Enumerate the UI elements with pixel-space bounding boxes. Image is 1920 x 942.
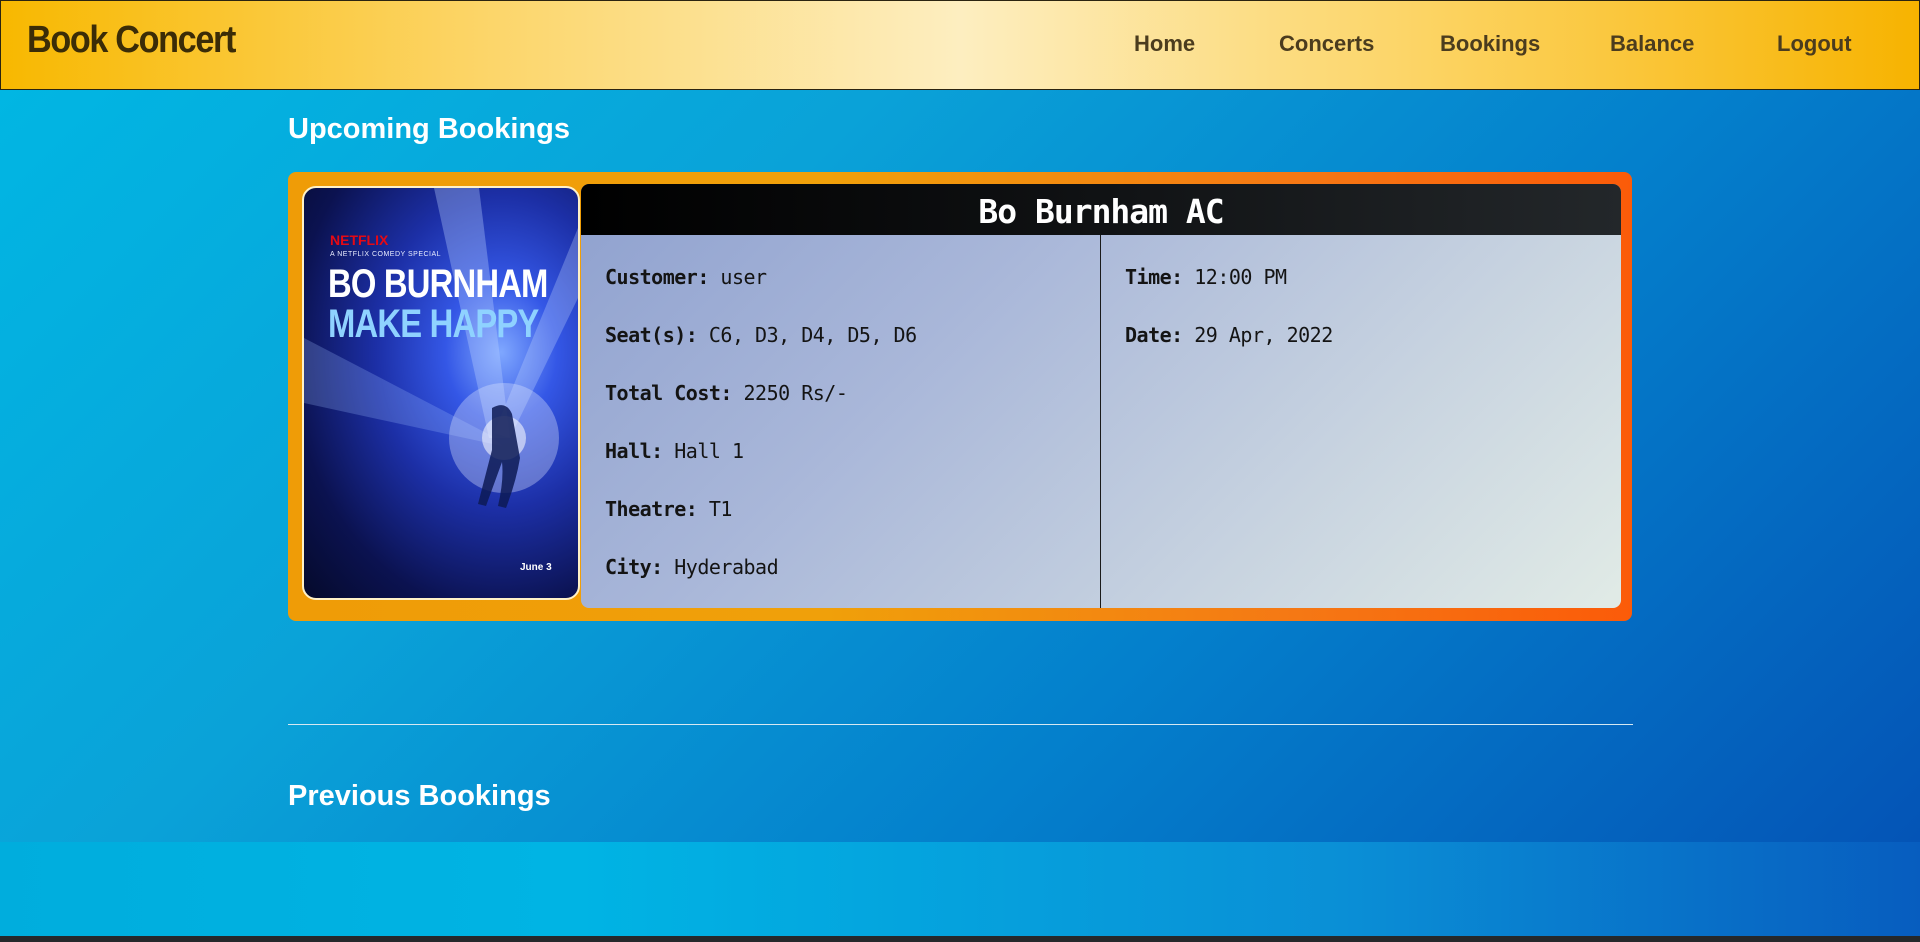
nav-home[interactable]: Home: [1134, 31, 1195, 57]
nav-concerts[interactable]: Concerts: [1279, 31, 1374, 57]
nav-bookings[interactable]: Bookings: [1440, 31, 1540, 57]
field-value: Hyderabad: [674, 555, 779, 579]
field-label: Time:: [1125, 265, 1183, 289]
page-footer-band: [0, 842, 1920, 936]
poster-title-line2: MAKE HAPPY: [328, 302, 539, 346]
field-hall: Hall: Hall 1: [605, 439, 744, 463]
poster-light-beams: [304, 188, 578, 508]
field-date: Date: 29 Apr, 2022: [1125, 323, 1333, 347]
field-total-cost: Total Cost: 2250 Rs/-: [605, 381, 848, 405]
field-value: 2250 Rs/-: [743, 381, 848, 405]
field-label: Date:: [1125, 323, 1183, 347]
field-label: Seat(s):: [605, 323, 698, 347]
section-divider: [288, 724, 1633, 725]
field-city: City: Hyderabad: [605, 555, 779, 579]
brand-logo[interactable]: Book Concert: [27, 19, 236, 62]
field-value: C6, D3, D4, D5, D6: [708, 323, 917, 347]
field-label: Customer:: [605, 265, 709, 289]
field-value: user: [720, 265, 767, 289]
field-value: T1: [708, 497, 733, 521]
booking-card: NETFLIX A NETFLIX COMEDY SPECIAL BO BURN…: [288, 172, 1632, 621]
field-value: Hall 1: [674, 439, 744, 463]
field-label: Theatre:: [605, 497, 698, 521]
nav-logout[interactable]: Logout: [1777, 31, 1852, 57]
field-seats: Seat(s): C6, D3, D4, D5, D6: [605, 323, 917, 347]
poster-subtitle-text: A NETFLIX COMEDY SPECIAL: [330, 251, 442, 258]
field-label: Hall:: [605, 439, 663, 463]
field-label: Total Cost:: [605, 381, 732, 405]
poster-brand-text: NETFLIX: [330, 232, 389, 248]
poster-title-line1: BO BURNHAM: [328, 262, 548, 306]
poster-date-text: June 3: [520, 562, 552, 573]
field-theatre: Theatre: T1: [605, 497, 732, 521]
top-navbar: Book Concert Home Concerts Bookings Bala…: [0, 0, 1920, 90]
booking-title: Bo Burnham AC: [581, 184, 1621, 235]
upcoming-bookings-title: Upcoming Bookings: [288, 113, 570, 145]
previous-bookings-title: Previous Bookings: [288, 780, 551, 812]
field-label: City:: [605, 555, 663, 579]
field-customer: Customer: user: [605, 265, 767, 289]
nav-balance[interactable]: Balance: [1610, 31, 1694, 57]
field-value: 12:00 PM: [1194, 265, 1287, 289]
concert-poster-image: NETFLIX A NETFLIX COMEDY SPECIAL BO BURN…: [302, 186, 580, 600]
column-divider: [1100, 235, 1101, 608]
field-value: 29 Apr, 2022: [1194, 323, 1333, 347]
booking-details-panel: Bo Burnham AC Customer: user Seat(s): C6…: [581, 184, 1621, 608]
field-time: Time: 12:00 PM: [1125, 265, 1287, 289]
page-bottom-strip: [0, 936, 1920, 942]
